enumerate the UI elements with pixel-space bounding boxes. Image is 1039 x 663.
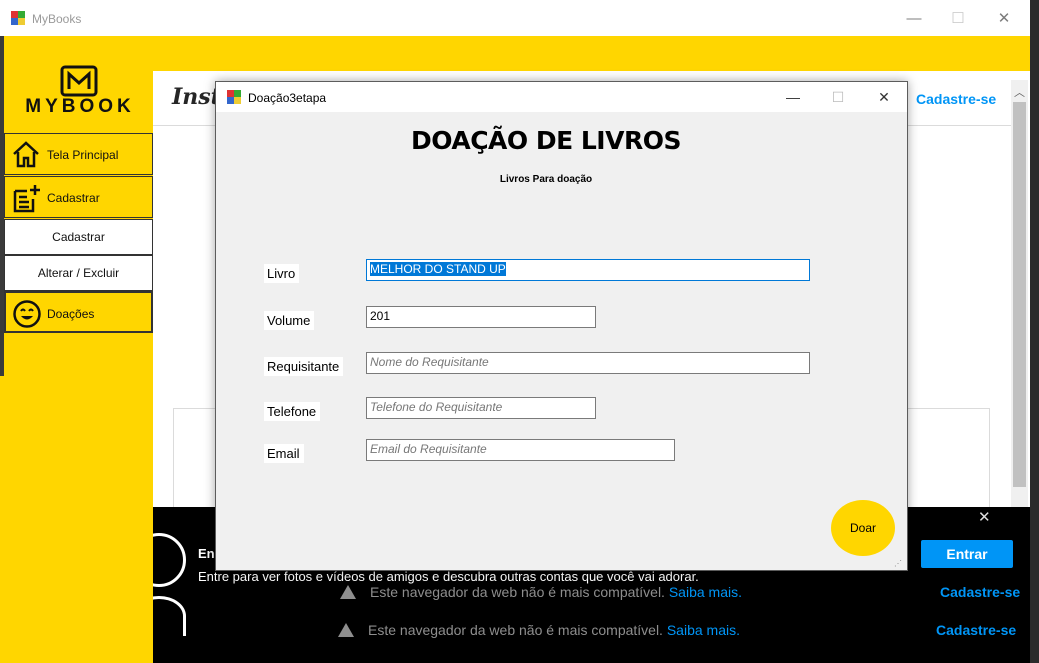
warning-icon: [340, 585, 356, 599]
sidebar-item-label: Tela Principal: [47, 148, 119, 162]
note-add-icon: [13, 185, 40, 213]
dialog-titlebar: Doação3etapa — ☐ ✕: [216, 82, 907, 112]
learn-more-link[interactable]: Saiba mais.: [669, 584, 742, 600]
top-banner: [0, 36, 1030, 71]
dialog-subheading: Livros Para doação: [499, 174, 593, 185]
banner-title: En: [198, 546, 215, 561]
logo-text: MYBOOK: [25, 96, 135, 117]
telefone-input[interactable]: Telefone do Requisitante: [366, 397, 596, 419]
dialog-close-button[interactable]: ✕: [869, 87, 899, 107]
dialog-heading: DOAÇÃO DE LIVROS: [411, 126, 681, 155]
close-button[interactable]: ✕: [990, 8, 1018, 30]
login-button[interactable]: Entrar: [921, 540, 1013, 568]
donate-button[interactable]: Doar: [831, 500, 895, 556]
smiley-icon: [13, 300, 41, 328]
telefone-placeholder: Telefone do Requisitante: [370, 400, 503, 414]
learn-more-link-2[interactable]: Saiba mais.: [667, 622, 740, 638]
banner-close-icon[interactable]: ✕: [978, 508, 991, 526]
instagram-logo-text[interactable]: Inst: [172, 84, 221, 110]
sidebar-subitem-alterar-excluir[interactable]: Alterar / Excluir: [4, 255, 153, 291]
livro-input[interactable]: MELHOR DO STAND UP: [366, 259, 810, 281]
dialog-app-icon: [227, 90, 241, 104]
app-icon: [11, 11, 25, 25]
scroll-thumb[interactable]: [1013, 102, 1026, 487]
main-window: MyBooks — ☐ ✕ Inst Cadastre-se ︿ ﹀ ﹀ En …: [0, 0, 1030, 663]
browser-warning: Este navegador da web não é mais compatí…: [340, 584, 742, 600]
livro-label: Livro: [264, 264, 300, 283]
minimize-button[interactable]: —: [900, 8, 928, 30]
email-label: Email: [264, 444, 304, 463]
email-input[interactable]: Email do Requisitante: [366, 439, 675, 461]
scroll-up-icon[interactable]: ︿: [1011, 84, 1028, 102]
dialog-minimize-button[interactable]: —: [778, 87, 808, 107]
maximize-button[interactable]: ☐: [944, 8, 972, 30]
dialog-maximize-button[interactable]: ☐: [823, 87, 853, 107]
sidebar-item-cadastrar[interactable]: Cadastrar: [4, 176, 153, 218]
signup-link-bottom[interactable]: Cadastre-se: [940, 584, 1020, 600]
sidebar-item-label: Cadastrar: [47, 191, 100, 205]
signup-link-top[interactable]: Cadastre-se: [916, 91, 996, 107]
warning-text-2: Este navegador da web não é mais compatí…: [368, 622, 663, 638]
volume-value: 201: [370, 309, 391, 323]
browser-warning-2: Este navegador da web não é mais compatí…: [338, 622, 740, 638]
volume-input[interactable]: 201: [366, 306, 596, 328]
sidebar-item-doacoes[interactable]: Doações: [4, 291, 153, 333]
sidebar-item-tela-principal[interactable]: Tela Principal: [4, 133, 153, 175]
banner-text: Entre para ver fotos e vídeos de amigos …: [198, 569, 699, 584]
donation-dialog: Doação3etapa — ☐ ✕ DOAÇÃO DE LIVROS Livr…: [215, 81, 908, 571]
requisitante-input[interactable]: Nome do Requisitante: [366, 352, 810, 374]
sidebar: [0, 36, 153, 663]
volume-label: Volume: [264, 311, 315, 330]
requisitante-label: Requisitante: [264, 357, 344, 376]
mybook-logo-icon: [60, 65, 98, 97]
warning-text: Este navegador da web não é mais compatí…: [370, 584, 665, 600]
warning-icon-2: [338, 623, 354, 637]
resize-grip-icon[interactable]: ⋰: [894, 559, 902, 568]
telefone-label: Telefone: [264, 402, 321, 421]
window-title: MyBooks: [32, 12, 82, 26]
sidebar-item-label: Doações: [47, 307, 95, 321]
main-titlebar: MyBooks — ☐ ✕: [0, 0, 1030, 36]
email-placeholder: Email do Requisitante: [370, 442, 487, 456]
livro-value: MELHOR DO STAND UP: [370, 262, 506, 276]
requisitante-placeholder: Nome do Requisitante: [370, 355, 489, 369]
dialog-title: Doação3etapa: [248, 91, 327, 105]
sidebar-subitem-cadastrar[interactable]: Cadastrar: [4, 219, 153, 255]
home-icon: [13, 141, 39, 168]
signup-link-bottom-2[interactable]: Cadastre-se: [936, 622, 1016, 638]
